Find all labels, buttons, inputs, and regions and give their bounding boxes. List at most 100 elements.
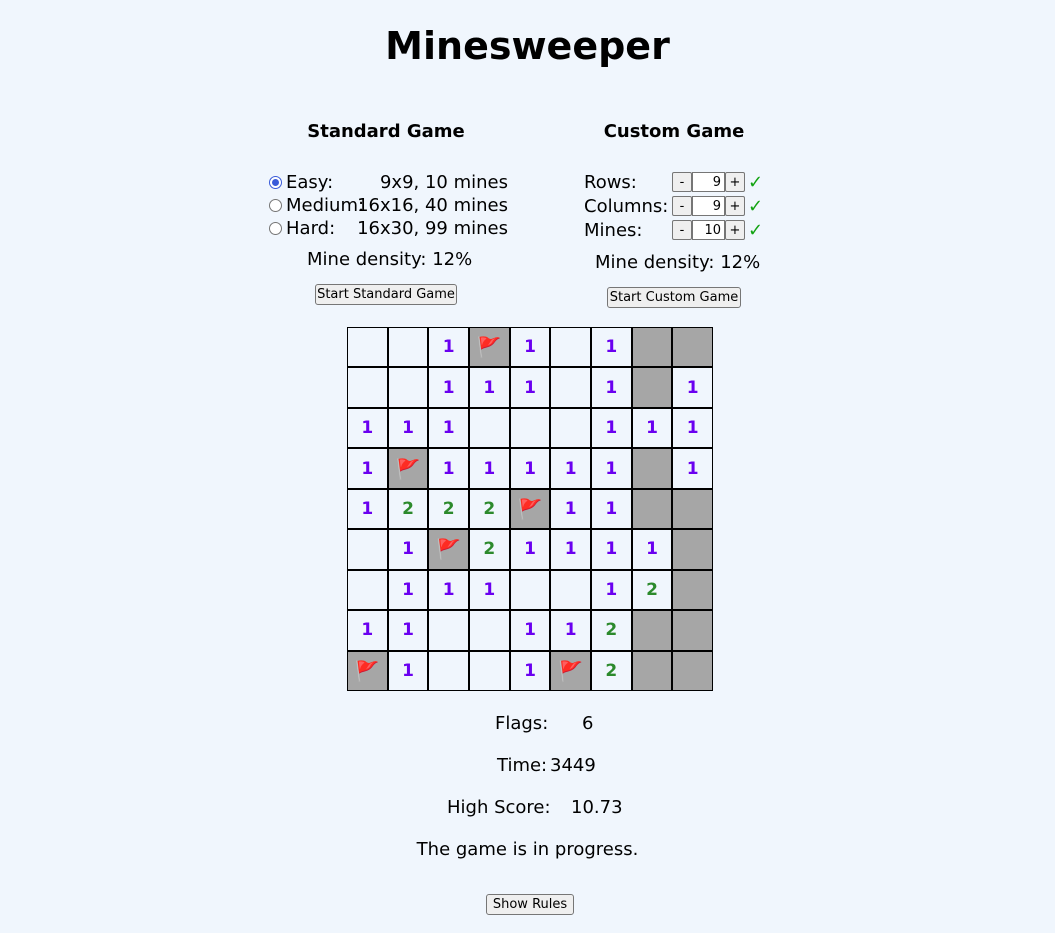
mines-increment-button[interactable]: + <box>725 220 745 240</box>
columns-input[interactable]: 9 <box>692 196 725 216</box>
cell-number[interactable]: 1 <box>551 530 590 569</box>
cell-number[interactable]: 1 <box>348 408 387 448</box>
cell-number[interactable]: 1 <box>510 328 550 367</box>
cell-number[interactable]: 2 <box>592 611 631 650</box>
cell-empty[interactable] <box>388 368 428 407</box>
cell-number[interactable]: 1 <box>470 570 509 610</box>
rows-increment-button[interactable]: + <box>725 172 745 192</box>
cell-number[interactable]: 1 <box>632 530 672 569</box>
cell-number[interactable]: 2 <box>470 489 509 529</box>
cell-number[interactable]: 1 <box>592 570 631 610</box>
cell-number[interactable]: 2 <box>470 530 509 569</box>
cell-number[interactable]: 1 <box>348 449 387 488</box>
cell-empty[interactable] <box>348 570 387 610</box>
cell-empty[interactable] <box>348 368 387 407</box>
cell-number[interactable]: 2 <box>429 489 468 529</box>
start-custom-button[interactable]: Start Custom Game <box>607 287 741 308</box>
cell-flagged[interactable]: 🚩 <box>348 651 387 690</box>
cell-number[interactable]: 1 <box>510 651 550 690</box>
cell-number[interactable]: 1 <box>348 611 387 650</box>
cell-number[interactable]: 1 <box>673 368 712 407</box>
cell-number[interactable]: 2 <box>592 651 631 690</box>
cell-number[interactable]: 1 <box>510 530 550 569</box>
cell-number[interactable]: 1 <box>429 570 468 610</box>
cell-hidden[interactable] <box>632 368 672 407</box>
option-hard[interactable]: Hard: 16x30, 99 mines <box>268 217 508 239</box>
cell-empty[interactable] <box>429 611 468 650</box>
cell-empty[interactable] <box>551 570 590 610</box>
cell-hidden[interactable] <box>673 651 712 690</box>
show-rules-button[interactable]: Show Rules <box>486 894 574 915</box>
cell-hidden[interactable] <box>632 651 672 690</box>
cell-number[interactable]: 1 <box>551 449 590 488</box>
cell-number[interactable]: 1 <box>551 489 590 529</box>
rows-input[interactable]: 9 <box>692 172 725 192</box>
cell-hidden[interactable] <box>632 449 672 488</box>
cell-hidden[interactable] <box>673 530 712 569</box>
cell-number[interactable]: 1 <box>388 651 428 690</box>
mines-input[interactable]: 10 <box>692 220 725 240</box>
cell-flagged[interactable]: 🚩 <box>551 651 590 690</box>
cell-number[interactable]: 1 <box>429 408 468 448</box>
start-standard-button[interactable]: Start Standard Game <box>315 284 457 305</box>
cell-number[interactable]: 1 <box>510 449 550 488</box>
rows-decrement-button[interactable]: - <box>672 172 692 192</box>
cell-empty[interactable] <box>348 328 387 367</box>
cell-hidden[interactable] <box>673 489 712 529</box>
cell-number[interactable]: 1 <box>470 449 509 488</box>
cell-empty[interactable] <box>388 328 428 367</box>
cell-number[interactable]: 1 <box>592 408 631 448</box>
cell-hidden[interactable] <box>632 489 672 529</box>
medium-radio[interactable] <box>269 198 282 212</box>
cell-number[interactable]: 1 <box>592 489 631 529</box>
cell-empty[interactable] <box>348 530 387 569</box>
cell-number[interactable]: 1 <box>673 449 712 488</box>
cell-flagged[interactable]: 🚩 <box>429 530 468 569</box>
cell-empty[interactable] <box>470 651 509 690</box>
cell-flagged[interactable]: 🚩 <box>388 449 428 488</box>
cell-number[interactable]: 2 <box>632 570 672 610</box>
cell-number[interactable]: 1 <box>348 489 387 529</box>
cell-empty[interactable] <box>510 408 550 448</box>
cell-flagged[interactable]: 🚩 <box>510 489 550 529</box>
cell-number[interactable]: 1 <box>592 530 631 569</box>
cell-empty[interactable] <box>470 611 509 650</box>
cell-empty[interactable] <box>429 651 468 690</box>
cell-hidden[interactable] <box>632 611 672 650</box>
cell-hidden[interactable] <box>673 611 712 650</box>
cell-number[interactable]: 1 <box>592 328 631 367</box>
cell-number[interactable]: 1 <box>429 328 468 367</box>
option-easy[interactable]: Easy: 9x9, 10 mines <box>268 171 508 193</box>
cell-empty[interactable] <box>551 368 590 407</box>
cell-empty[interactable] <box>551 408 590 448</box>
cell-number[interactable]: 1 <box>592 449 631 488</box>
cell-number[interactable]: 1 <box>388 408 428 448</box>
cell-number[interactable]: 1 <box>429 368 468 407</box>
cell-empty[interactable] <box>470 408 509 448</box>
cell-number[interactable]: 1 <box>429 449 468 488</box>
cell-number[interactable]: 1 <box>470 368 509 407</box>
cell-hidden[interactable] <box>673 570 712 610</box>
cell-empty[interactable] <box>551 328 590 367</box>
columns-decrement-button[interactable]: - <box>672 196 692 216</box>
mines-decrement-button[interactable]: - <box>672 220 692 240</box>
cell-number[interactable]: 1 <box>632 408 672 448</box>
columns-increment-button[interactable]: + <box>725 196 745 216</box>
cell-number[interactable]: 1 <box>388 570 428 610</box>
cell-number[interactable]: 1 <box>551 611 590 650</box>
option-medium[interactable]: Medium: 16x16, 40 mines <box>268 194 508 216</box>
cell-number[interactable]: 1 <box>388 530 428 569</box>
cell-flagged[interactable]: 🚩 <box>470 328 509 367</box>
cell-empty[interactable] <box>510 570 550 610</box>
easy-radio[interactable] <box>269 175 282 189</box>
cell-number[interactable]: 1 <box>592 368 631 407</box>
hard-radio[interactable] <box>269 221 282 235</box>
cell-hidden[interactable] <box>673 328 712 367</box>
cell-hidden[interactable] <box>632 328 672 367</box>
cell-number[interactable]: 1 <box>510 368 550 407</box>
cell-number[interactable]: 1 <box>388 611 428 650</box>
medium-label: Medium: <box>286 194 365 216</box>
cell-number[interactable]: 1 <box>673 408 712 448</box>
cell-number[interactable]: 2 <box>388 489 428 529</box>
cell-number[interactable]: 1 <box>510 611 550 650</box>
